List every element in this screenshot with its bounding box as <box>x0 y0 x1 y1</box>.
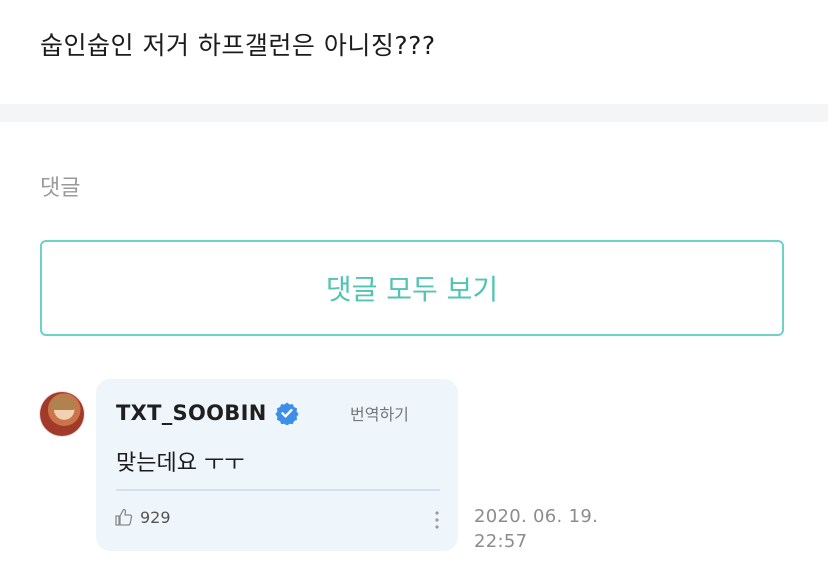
post-text: 숩인숩인 저거 하프갤런은 아니징??? <box>40 31 436 60</box>
avatar[interactable] <box>40 392 84 436</box>
comment-timestamp: 2020. 06. 19. 22:57 <box>474 504 598 554</box>
more-options-icon[interactable] <box>434 509 440 531</box>
view-all-comments-button[interactable]: 댓글 모두 보기 <box>40 240 784 336</box>
author-row: TXT_SOOBIN <box>116 401 299 425</box>
comment-time: 22:57 <box>474 531 528 552</box>
comments-title: 댓글 <box>40 176 81 201</box>
comment-date: 2020. 06. 19. <box>474 506 599 527</box>
like-button[interactable]: 929 <box>114 507 171 527</box>
translate-link[interactable]: 번역하기 <box>350 401 409 425</box>
avatar-hair <box>50 396 76 410</box>
comment-text: 맞는데요 ㅜㅜ <box>116 451 245 476</box>
section-divider <box>0 104 828 122</box>
verified-badge-icon <box>274 402 299 425</box>
author-name[interactable]: TXT_SOOBIN <box>116 401 267 425</box>
comment-card: TXT_SOOBIN 번역하기 맞는데요 ㅜㅜ 929 <box>96 379 458 551</box>
like-count: 929 <box>140 507 171 527</box>
thumbs-up-icon <box>115 508 133 526</box>
card-divider <box>116 489 440 491</box>
